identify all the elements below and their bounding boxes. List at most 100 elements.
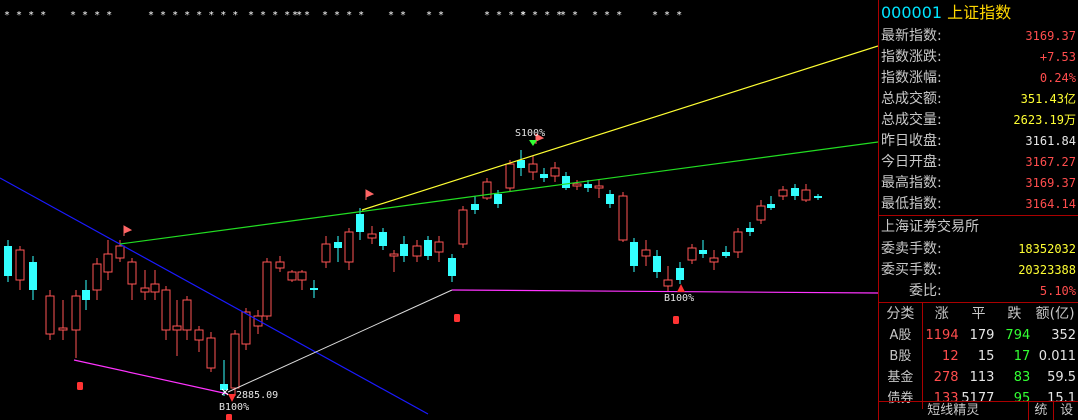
candle-body xyxy=(321,243,331,263)
table-cell-down: 83 xyxy=(1013,370,1031,385)
flag-marker xyxy=(365,189,375,200)
white-trend-line xyxy=(227,289,453,393)
yellow-trend-line xyxy=(361,45,878,211)
candle-body xyxy=(389,253,399,257)
candle-body xyxy=(434,241,444,253)
candle-body xyxy=(412,245,422,257)
candle-body xyxy=(791,188,799,196)
quote-field-row: 指数涨跌: +7.53 xyxy=(879,47,1078,68)
candle-body xyxy=(709,257,719,263)
candlestick-plot[interactable]: 2885.09B100%B100%S100% xyxy=(0,0,878,420)
col-category: 分类 xyxy=(879,303,923,325)
table-cell-up: 278 xyxy=(933,370,959,385)
sell-label: S100% xyxy=(515,128,545,139)
quote-field-label: 指数涨跌: xyxy=(881,49,942,65)
quote-field-value: 351.43亿 xyxy=(1020,92,1076,106)
candle-body xyxy=(275,261,285,269)
stats-tab[interactable]: 统 xyxy=(1027,402,1054,420)
quote-field-value: 3161.84 xyxy=(1025,134,1076,148)
table-cell-cat: 基金 xyxy=(879,367,923,388)
quote-field-value: 0.24% xyxy=(1039,71,1076,85)
quote-field-value: 3167.27 xyxy=(1025,155,1076,169)
red-signal-block xyxy=(454,314,460,322)
panel-title[interactable]: 000001 上证指数 xyxy=(879,0,1078,26)
candle-body xyxy=(699,250,707,254)
index-code: 000001 xyxy=(881,3,943,22)
candle-body xyxy=(253,315,263,327)
candle-body xyxy=(220,384,228,390)
index-name: 上证指数 xyxy=(947,3,1012,22)
order-field-row: 委比: 5.10% xyxy=(879,281,1078,302)
kline-chart[interactable]: * * * * * * * * * * * * * * * * * * * * * * … xyxy=(0,0,878,420)
quote-field-value: 3169.37 xyxy=(1025,29,1076,43)
quote-field-value: 3164.14 xyxy=(1025,197,1076,211)
quote-field-value: 3169.37 xyxy=(1025,176,1076,190)
quote-field-label: 总成交量: xyxy=(881,112,942,128)
col-amount: 额(亿) xyxy=(1035,306,1075,322)
candle-body xyxy=(4,246,12,276)
candle-body xyxy=(482,181,492,199)
quote-field-row: 总成交量: 2623.19万 xyxy=(879,110,1078,131)
order-fields: 委卖手数: 18352032 委买手数: 20323388 委比: 5.10% xyxy=(879,239,1078,302)
breadth-table-header: 分类 涨 平 跌 额(亿) xyxy=(879,302,1078,325)
candle-body xyxy=(540,174,548,178)
candle-body xyxy=(814,196,822,198)
candle-body xyxy=(778,189,788,197)
candle-body xyxy=(448,258,456,276)
quote-field-row: 最高指数: 3169.37 xyxy=(879,173,1078,194)
candle-body xyxy=(641,249,651,257)
candle-body xyxy=(241,311,251,345)
settings-tab[interactable]: 设 xyxy=(1053,402,1078,420)
candle-body xyxy=(310,288,318,290)
candle-body xyxy=(82,290,90,300)
mid-buy-label: B100% xyxy=(664,293,694,304)
order-field-value: 20323388 xyxy=(1018,263,1076,277)
short-term-sprite-tab[interactable]: 短线精灵 xyxy=(879,402,1028,420)
candle-body xyxy=(140,287,150,293)
quote-field-label: 最高指数: xyxy=(881,175,942,191)
buy-arrow-mid xyxy=(677,284,685,292)
order-field-label: 委买手数: xyxy=(881,262,942,278)
table-cell-amt: 59.5 xyxy=(1047,370,1077,385)
red-signal-block xyxy=(77,382,83,390)
candle-body xyxy=(746,228,754,232)
candle-body xyxy=(687,247,697,261)
candle-body xyxy=(29,262,37,290)
table-cell-amt: 352 xyxy=(1051,328,1077,343)
candle-body xyxy=(594,185,604,189)
order-field-label: 委卖手数: xyxy=(881,241,942,257)
candle-body xyxy=(528,163,538,173)
candle-body xyxy=(115,245,125,259)
table-row[interactable]: 基金 278 113 83 59.5 xyxy=(879,367,1078,388)
candle-body xyxy=(15,249,25,281)
candle-body xyxy=(424,240,432,256)
candle-body xyxy=(297,271,307,281)
candle-body xyxy=(630,242,638,266)
candle-body xyxy=(206,337,216,369)
candle-body xyxy=(505,163,515,189)
candle-body xyxy=(92,263,102,291)
candle-body xyxy=(756,205,766,221)
quote-field-label: 最低指数: xyxy=(881,196,942,212)
table-cell-amt: 0.011 xyxy=(1038,349,1077,364)
candle-body xyxy=(334,242,342,248)
candle-body xyxy=(663,279,673,287)
table-row[interactable]: B股 12 15 17 0.011 xyxy=(879,346,1078,367)
candle-body xyxy=(287,271,297,281)
green-trend-line xyxy=(119,141,878,245)
candle-body xyxy=(400,244,408,256)
buy-arrow-low xyxy=(228,394,236,402)
candle-body xyxy=(584,184,592,188)
panel-footer: 短线精灵 统 设 xyxy=(879,401,1078,420)
order-field-row: 委买手数: 20323388 xyxy=(879,260,1078,281)
quote-field-row: 最低指数: 3164.14 xyxy=(879,194,1078,215)
candle-body xyxy=(45,295,55,335)
candle-body xyxy=(230,333,240,389)
table-cell-flat: 179 xyxy=(969,328,995,343)
candle-body xyxy=(767,204,775,208)
table-row[interactable]: A股 1194 179 794 352 xyxy=(879,325,1078,346)
order-field-value: 18352032 xyxy=(1018,242,1076,256)
candle-body xyxy=(127,261,137,285)
quote-field-label: 今日开盘: xyxy=(881,154,942,170)
table-cell-down: 794 xyxy=(1005,328,1031,343)
